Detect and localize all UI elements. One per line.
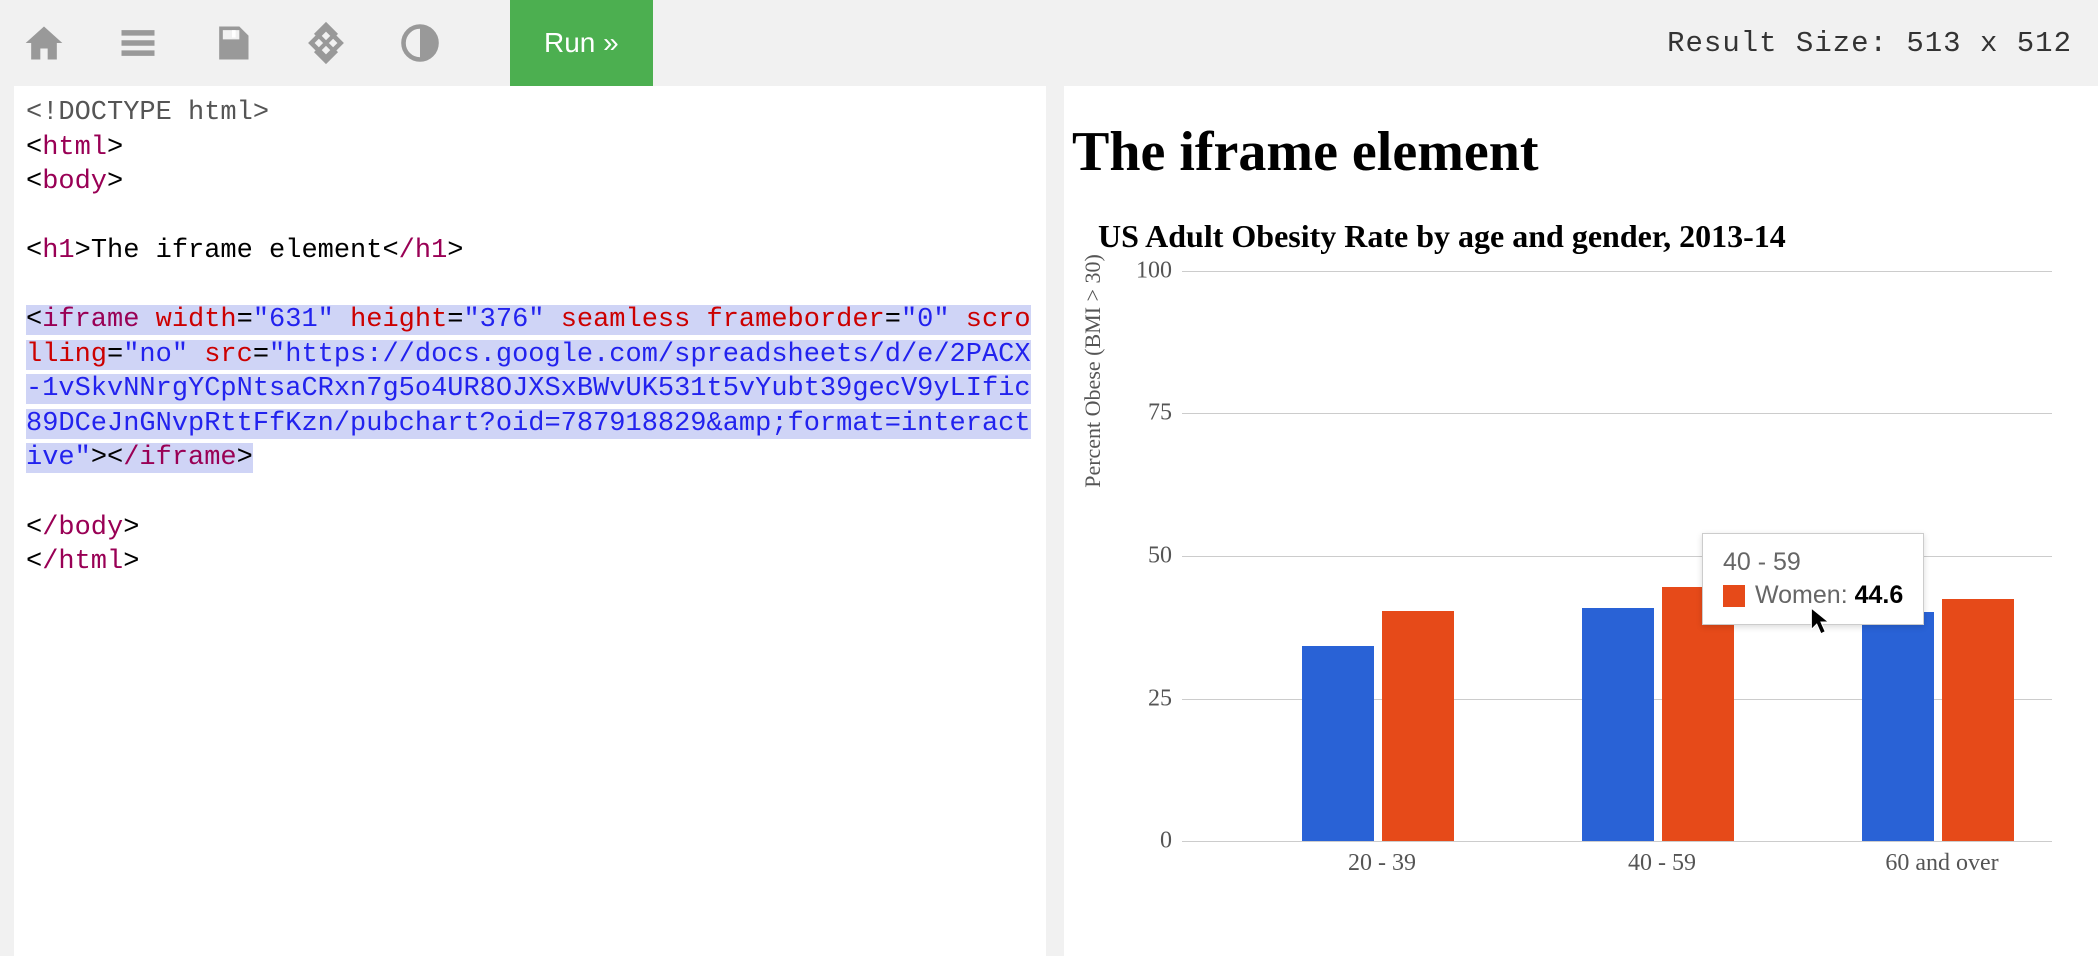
bar-men-0[interactable] [1302,646,1374,841]
tooltip-category: 40 - 59 [1723,548,1903,577]
plot-area: 100 75 50 25 0 20 - 39 40 - 59 [1182,271,2052,841]
y-tick: 25 [1122,686,1172,713]
bar-women-0[interactable] [1382,611,1454,841]
result-preview: The iframe element US Adult Obesity Rate… [1064,86,2098,956]
tooltip-swatch [1723,585,1745,607]
theme-icon[interactable] [394,17,446,69]
toolbar-left: Run » [18,0,653,86]
bar-women-2[interactable] [1942,599,2014,841]
y-tick: 75 [1122,400,1172,427]
home-icon[interactable] [18,17,70,69]
panes: <!DOCTYPE html> <html> <body> <h1>The if… [0,86,2098,956]
result-heading: The iframe element [1072,120,2098,184]
code-editor[interactable]: <!DOCTYPE html> <html> <body> <h1>The if… [14,86,1046,956]
result-size-label: Result Size: 513 x 512 [1667,27,2080,60]
run-button[interactable]: Run » [510,0,653,86]
x-tick: 40 - 59 [1628,850,1696,877]
code-doctype: <!DOCTYPE html> [26,98,269,128]
save-icon[interactable] [206,17,258,69]
menu-icon[interactable] [112,17,164,69]
x-tick: 20 - 39 [1348,850,1416,877]
y-tick: 0 [1122,828,1172,855]
y-axis-label: Percent Obese (BMI > 30) [1080,241,1106,501]
bar-men-2[interactable] [1862,612,1934,841]
rotate-icon[interactable] [300,17,352,69]
chart-title: US Adult Obesity Rate by age and gender,… [1098,218,2098,255]
bar-men-1[interactable] [1582,608,1654,841]
cursor-icon [1810,607,1832,637]
toolbar: Run » Result Size: 513 x 512 [0,0,2098,86]
y-tick: 50 [1122,543,1172,570]
x-tick: 60 and over [1885,850,1998,877]
chart[interactable]: Percent Obese (BMI > 30) 100 75 50 25 0 … [1074,271,2074,871]
bar-women-1[interactable] [1662,587,1734,841]
y-tick: 100 [1122,258,1172,285]
